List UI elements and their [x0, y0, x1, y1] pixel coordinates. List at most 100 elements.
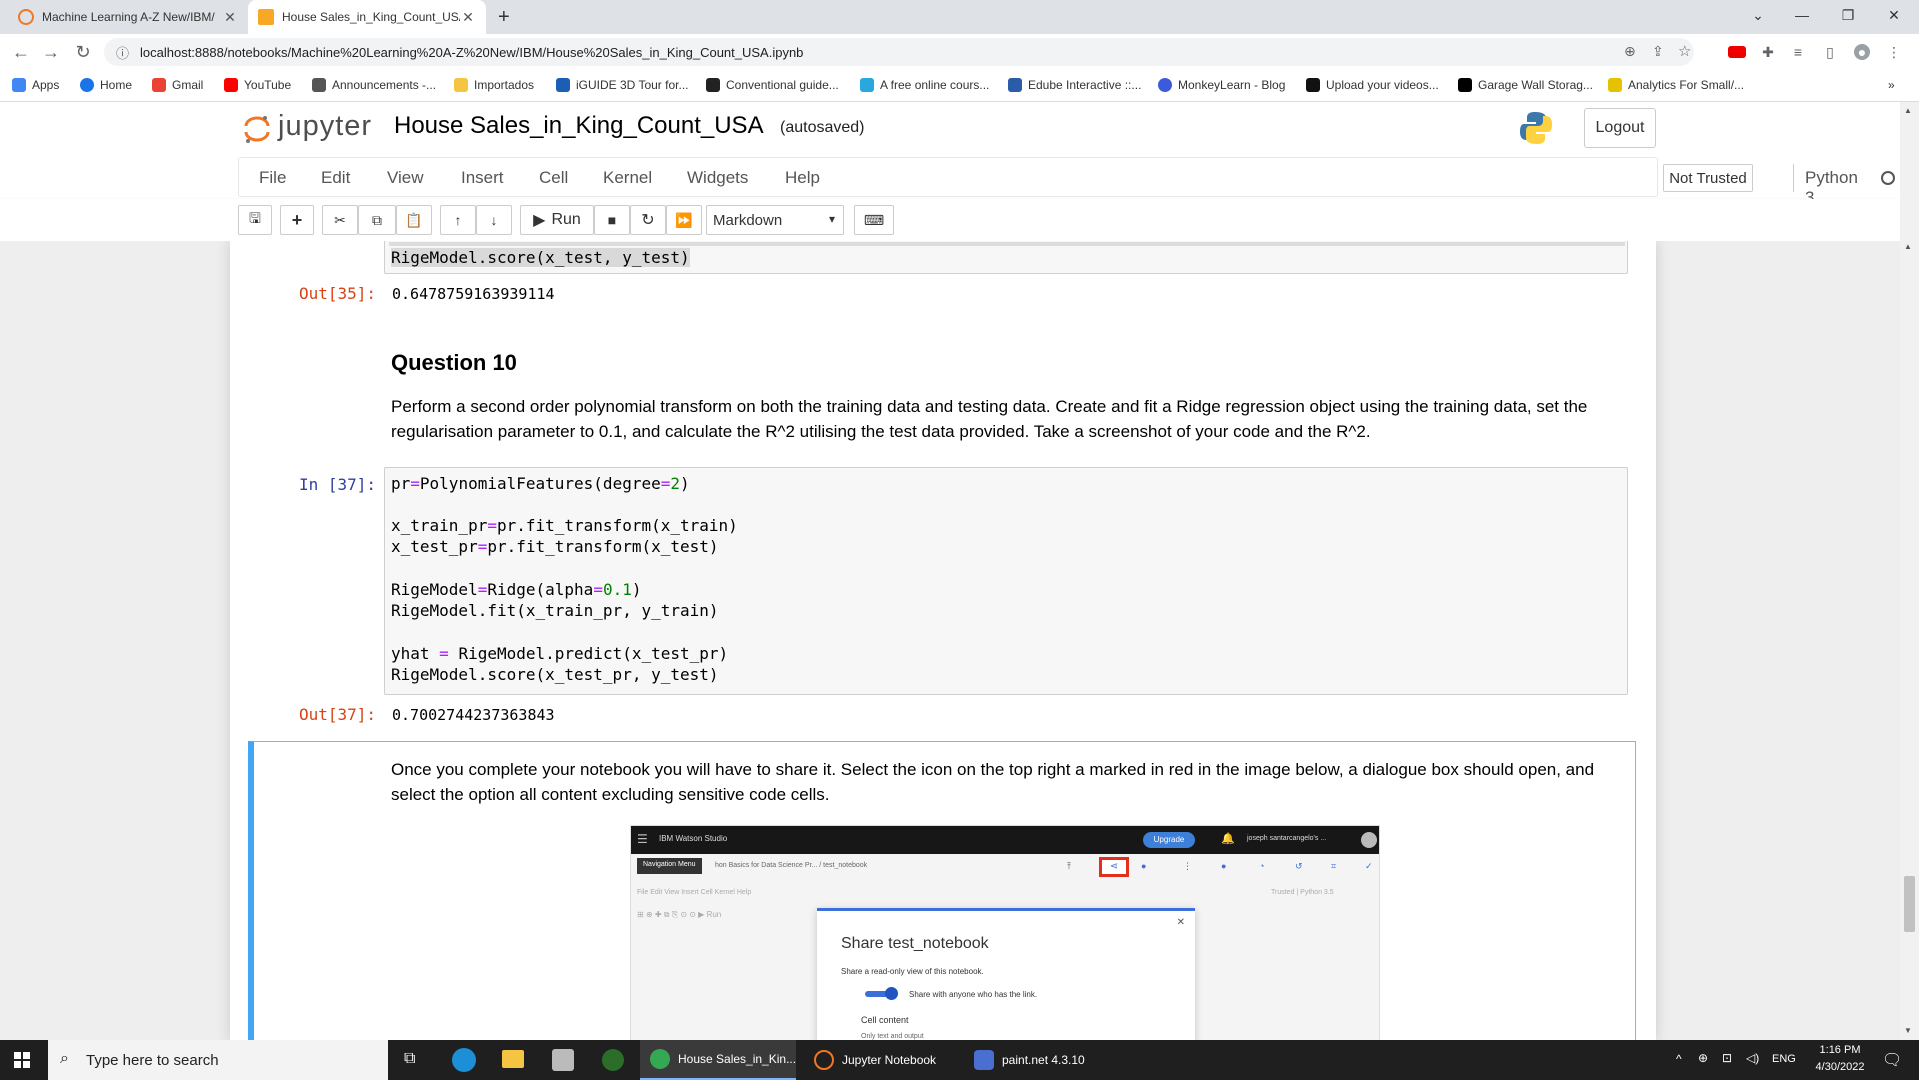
embedded-more-icon: ⋮	[1183, 861, 1192, 871]
restart-run-all-button[interactable]: ⏩	[666, 205, 702, 235]
taskbar-search-box[interactable]: ⌕ Type here to search	[48, 1040, 388, 1080]
bookmark-analytics[interactable]: Analytics For Small/...	[1608, 78, 1744, 92]
bookmark-label: Conventional guide...	[726, 78, 839, 92]
browser-tab-ml[interactable]: Machine Learning A-Z New/IBM/ ✕	[8, 0, 248, 34]
profile-avatar-icon[interactable]: ●	[1854, 44, 1870, 60]
scroll-up-arrow-icon[interactable]: ▲	[1904, 106, 1912, 115]
youtube-extension-icon[interactable]	[1728, 46, 1746, 58]
bookmark-importados[interactable]: Importados	[454, 78, 534, 92]
forward-arrow-icon[interactable]: →	[40, 42, 62, 62]
network-icon[interactable]: ⊡	[1722, 1051, 1732, 1065]
menu-widgets[interactable]: Widgets	[687, 168, 748, 188]
garage-icon	[1458, 78, 1472, 92]
close-window-button[interactable]: ✕	[1872, 0, 1916, 30]
taskbar-app-chrome[interactable]: House Sales_in_Kin...	[640, 1040, 796, 1080]
tab-search-chevron-icon[interactable]: ⌄	[1736, 0, 1780, 30]
run-button[interactable]: ▶ Run	[520, 205, 594, 235]
menu-file[interactable]: File	[259, 168, 286, 188]
trust-button[interactable]: Not Trusted	[1663, 164, 1753, 192]
app-icon[interactable]	[552, 1049, 574, 1071]
clock-date[interactable]: 4/30/2022	[1808, 1061, 1872, 1073]
tab-title: House Sales_in_King_Count_USA	[282, 10, 460, 24]
zoom-icon[interactable]: ⊕	[1624, 43, 1636, 60]
scrollbar-thumb[interactable]	[1904, 876, 1915, 932]
bookmark-edube[interactable]: Edube Interactive ::...	[1008, 78, 1141, 92]
bookmarks-overflow-icon[interactable]: »	[1888, 78, 1895, 92]
insert-cell-button[interactable]: +	[280, 205, 314, 235]
embedded-dialog-sub: Share a read-only view of this notebook.	[841, 967, 984, 976]
cut-button[interactable]: ✂	[322, 205, 358, 235]
minimize-button[interactable]: —	[1780, 0, 1824, 30]
bookmark-announcements[interactable]: Announcements -...	[312, 78, 436, 92]
share-icon[interactable]: ⇪	[1652, 43, 1664, 60]
bookmark-monkeylearn[interactable]: MonkeyLearn - Blog	[1158, 78, 1285, 92]
reload-icon[interactable]: ↻	[72, 42, 94, 62]
paste-button[interactable]: 📋	[396, 205, 432, 235]
embedded-avatar-icon	[1361, 832, 1377, 848]
bookmark-garage[interactable]: Garage Wall Storag...	[1458, 78, 1593, 92]
jupyter-logo-icon[interactable]	[244, 114, 270, 144]
bookmark-star-icon[interactable]: ☆	[1678, 42, 1691, 60]
bookmark-youtube[interactable]: YouTube	[224, 78, 291, 92]
bookmark-home[interactable]: Home	[80, 78, 132, 92]
python-logo-icon	[1518, 110, 1554, 146]
restart-kernel-button[interactable]: ↻	[630, 205, 666, 235]
embedded-info-icon: ●	[1141, 861, 1147, 871]
menu-help[interactable]: Help	[785, 168, 820, 188]
windows-start-icon[interactable]	[14, 1052, 30, 1068]
youtube-icon	[224, 78, 238, 92]
menu-edit[interactable]: Edit	[321, 168, 350, 188]
language-indicator[interactable]: ENG	[1772, 1053, 1796, 1065]
jupyter-favicon-icon	[18, 9, 34, 25]
menu-insert[interactable]: Insert	[461, 168, 504, 188]
bookmark-gmail[interactable]: Gmail	[152, 78, 203, 92]
reading-list-icon[interactable]: ≡	[1790, 44, 1806, 60]
bookmark-apps[interactable]: Apps	[12, 78, 59, 92]
volume-icon[interactable]: ◁)	[1746, 1051, 1759, 1065]
bookmark-conventional[interactable]: Conventional guide...	[706, 78, 839, 92]
command-palette-button[interactable]: ⌨	[854, 205, 894, 235]
address-bar[interactable]: ⓘ localhost:8888/notebooks/Machine%20Lea…	[104, 38, 1694, 66]
scroll-up-arrow-icon[interactable]: ▲	[1904, 242, 1912, 251]
restore-button[interactable]: ❐	[1826, 0, 1870, 30]
horizontal-scrollbar[interactable]	[389, 242, 1625, 246]
bookmark-free-course[interactable]: A free online cours...	[860, 78, 989, 92]
code-cell-37-input[interactable]: pr=PolynomialFeatures(degree=2) x_train_…	[384, 467, 1628, 695]
notifications-icon[interactable]: 🗨	[1882, 1050, 1902, 1070]
jupyter-logo-text[interactable]: jupyter	[278, 110, 372, 143]
edge-icon[interactable]	[452, 1048, 476, 1072]
save-button[interactable]: 🖫	[238, 205, 272, 235]
menu-cell[interactable]: Cell	[539, 168, 568, 188]
menu-view[interactable]: View	[387, 168, 424, 188]
new-tab-button[interactable]: +	[498, 6, 510, 29]
close-tab-icon[interactable]: ✕	[460, 9, 476, 26]
tray-chevron-icon[interactable]: ^	[1676, 1052, 1682, 1066]
code-cell-34-input[interactable]: RigeModel.score(x_test, y_test)	[384, 241, 1628, 274]
cell-type-select[interactable]: Markdown ▾	[706, 205, 844, 235]
interrupt-button[interactable]: ■	[594, 205, 630, 235]
move-down-button[interactable]: ↓	[476, 205, 512, 235]
back-arrow-icon[interactable]: ←	[10, 42, 32, 62]
menu-kernel[interactable]: Kernel	[603, 168, 652, 188]
taskbar-app-jupyter[interactable]: Jupyter Notebook	[806, 1040, 956, 1080]
move-up-button[interactable]: ↑	[440, 205, 476, 235]
task-view-icon[interactable]: ⧉	[404, 1050, 415, 1068]
browser-menu-icon[interactable]: ⋮	[1886, 44, 1902, 60]
browser-tab-house-sales[interactable]: House Sales_in_King_Count_USA ✕	[248, 0, 486, 34]
monitor-app-icon[interactable]	[602, 1049, 624, 1071]
file-explorer-icon[interactable]	[502, 1050, 524, 1068]
close-tab-icon[interactable]: ✕	[222, 9, 238, 26]
bookmark-upload-videos[interactable]: Upload your videos...	[1306, 78, 1439, 92]
extensions-puzzle-icon[interactable]: ✚	[1760, 44, 1776, 60]
taskbar-app-paintnet[interactable]: paint.net 4.3.10	[966, 1040, 1116, 1080]
notebook-title[interactable]: House Sales_in_King_Count_USA	[394, 112, 764, 140]
logout-button[interactable]: Logout	[1584, 108, 1656, 148]
side-panel-icon[interactable]: ▯	[1822, 44, 1838, 60]
scroll-down-arrow-icon[interactable]: ▼	[1904, 1026, 1912, 1035]
site-info-icon[interactable]: ⓘ	[116, 43, 129, 62]
bookmark-iguide[interactable]: iGUIDE 3D Tour for...	[556, 78, 688, 92]
page-vertical-scrollbar[interactable]: ▲ ▲ ▼	[1900, 102, 1919, 1040]
clock-time[interactable]: 1:16 PM	[1808, 1044, 1872, 1056]
copy-button[interactable]: ⧉	[358, 205, 396, 235]
tray-app-icon[interactable]: ⊕	[1698, 1051, 1708, 1065]
